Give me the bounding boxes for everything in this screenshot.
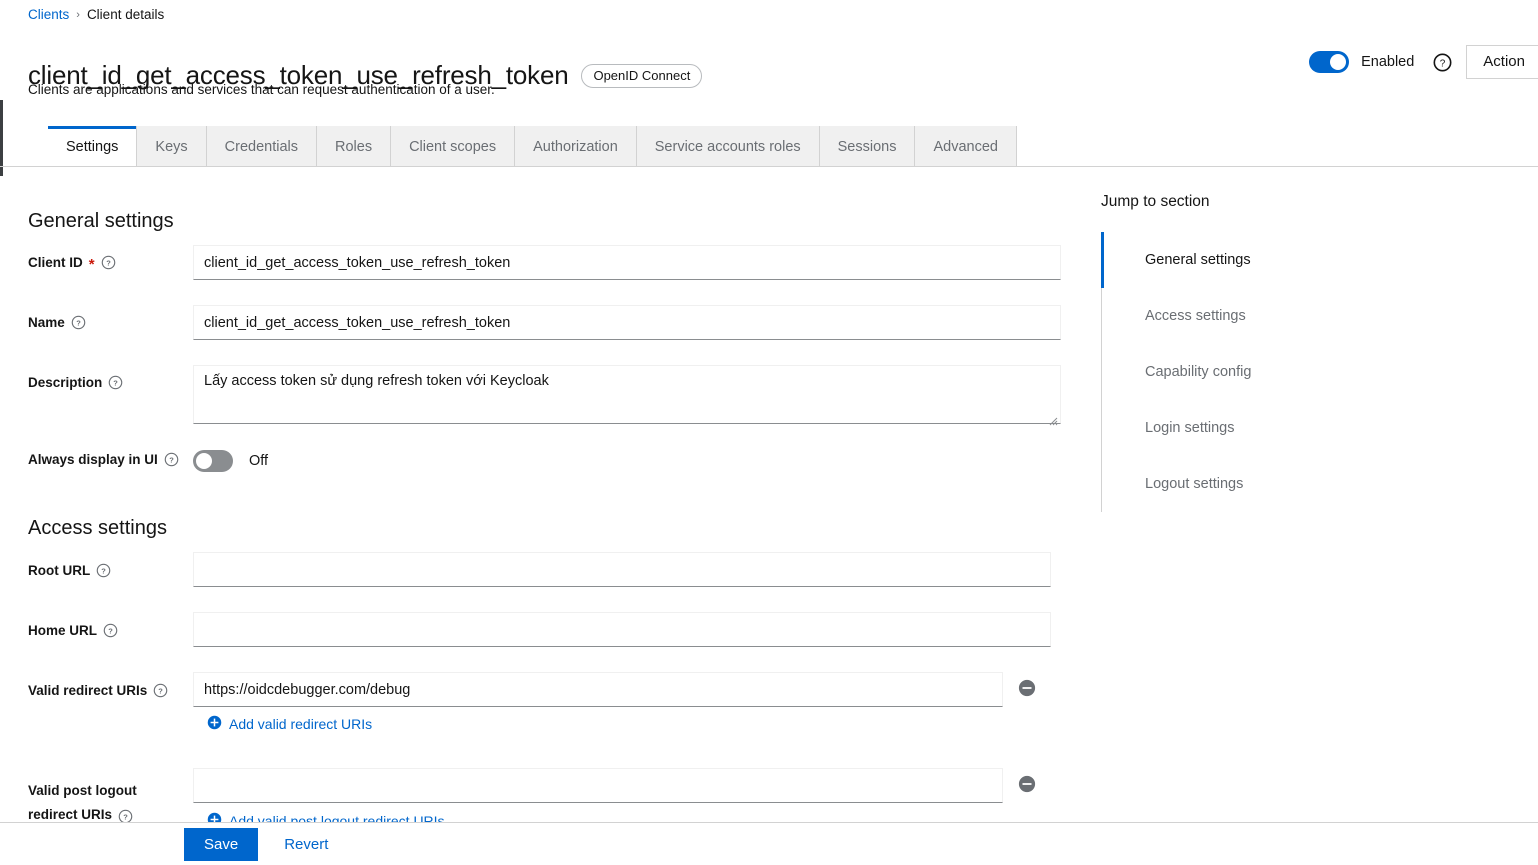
label-root-url: Root URL ? [28, 563, 111, 578]
valid-post-logout-redirect-uri-input-0[interactable] [193, 768, 1003, 803]
svg-text:?: ? [101, 567, 106, 576]
add-valid-redirect-uris-button[interactable]: Add valid redirect URIs [207, 715, 372, 733]
label-description: Description ? [28, 375, 123, 390]
save-button[interactable]: Save [184, 827, 259, 861]
breadcrumb-separator-icon: › [76, 8, 80, 21]
tab-credentials[interactable]: Credentials [206, 126, 317, 167]
help-icon-valid-post-logout-redirect-uris[interactable]: ? [118, 808, 133, 823]
jump-item-access-settings[interactable]: Access settings [1102, 288, 1401, 344]
jump-to-section-title: Jump to section [1101, 193, 1210, 210]
tab-bar: Settings Keys Credentials Roles Client s… [48, 126, 1017, 167]
jump-to-section-list: General settings Access settings Capabil… [1101, 232, 1401, 512]
action-button[interactable]: Action [1466, 45, 1538, 79]
description-textarea[interactable] [193, 365, 1061, 424]
always-display-in-ui-state: Off [249, 453, 269, 469]
plus-circle-icon [207, 715, 222, 733]
revert-button[interactable]: Revert [280, 830, 332, 859]
breadcrumb: Clients › Client details [28, 7, 164, 22]
label-client-id: Client ID * ? [28, 255, 116, 273]
section-title-general-settings: General settings [28, 209, 174, 232]
label-always-display-in-ui: Always display in UI ? [28, 452, 179, 467]
form-action-bar: Save Revert [0, 822, 1538, 865]
always-display-in-ui-toggle[interactable] [193, 450, 233, 472]
jump-item-login-settings[interactable]: Login settings [1102, 400, 1401, 456]
enabled-toggle-label: Enabled [1361, 54, 1415, 70]
enabled-toggle-group[interactable]: Enabled [1309, 51, 1414, 73]
svg-text:?: ? [169, 456, 174, 465]
client-details-page: Clients › Client details client_id_get_a… [0, 0, 1538, 865]
enabled-toggle[interactable] [1309, 51, 1350, 73]
add-valid-redirect-uris-label: Add valid redirect URIs [229, 716, 373, 732]
section-title-access-settings: Access settings [28, 516, 167, 539]
tab-service-accounts-roles[interactable]: Service accounts roles [636, 126, 820, 167]
svg-text:?: ? [76, 319, 81, 328]
help-icon-root-url[interactable]: ? [96, 563, 111, 578]
svg-text:?: ? [1440, 58, 1446, 69]
help-icon-description[interactable]: ? [108, 375, 123, 390]
header-actions: Enabled ? Action [1309, 45, 1538, 79]
jump-item-capability-config[interactable]: Capability config [1102, 344, 1401, 400]
label-home-url: Home URL ? [28, 623, 118, 638]
help-icon-home-url[interactable]: ? [103, 623, 118, 638]
minus-circle-icon-remove-post-logout-uri[interactable] [1018, 775, 1036, 793]
home-url-input[interactable] [193, 612, 1051, 647]
minus-circle-icon-remove-redirect-uri[interactable] [1018, 679, 1036, 697]
tab-settings[interactable]: Settings [48, 126, 138, 167]
help-icon-valid-redirect-uris[interactable]: ? [153, 683, 168, 698]
tab-authorization[interactable]: Authorization [515, 126, 637, 167]
client-id-input[interactable] [193, 245, 1061, 280]
breadcrumb-link-clients[interactable]: Clients [28, 7, 69, 22]
required-asterisk: * [88, 256, 95, 273]
svg-text:?: ? [123, 812, 128, 821]
name-input[interactable] [193, 305, 1061, 340]
tab-sessions[interactable]: Sessions [819, 126, 916, 167]
label-valid-redirect-uris: Valid redirect URIs ? [28, 683, 168, 698]
jump-item-logout-settings[interactable]: Logout settings [1102, 456, 1401, 512]
tab-client-scopes[interactable]: Client scopes [391, 126, 516, 167]
svg-text:?: ? [113, 379, 118, 388]
label-valid-post-logout-redirect-uris: Valid post logout redirect URIs ? [28, 783, 137, 823]
root-url-input[interactable] [193, 552, 1051, 587]
tab-roles[interactable]: Roles [317, 126, 392, 167]
tab-keys[interactable]: Keys [137, 126, 207, 167]
valid-redirect-uri-input-0[interactable] [193, 672, 1003, 707]
label-name: Name ? [28, 315, 86, 330]
tab-advanced[interactable]: Advanced [915, 126, 1017, 167]
breadcrumb-current: Client details [86, 7, 165, 22]
help-icon-client-id[interactable]: ? [101, 255, 116, 270]
help-circle-icon[interactable]: ? [1432, 52, 1452, 72]
help-icon-name[interactable]: ? [71, 315, 86, 330]
protocol-badge: OpenID Connect [581, 63, 703, 88]
page-subtitle: Clients are applications and services th… [28, 82, 495, 97]
svg-text:?: ? [108, 627, 113, 636]
jump-item-general-settings[interactable]: General settings [1101, 232, 1401, 288]
svg-text:?: ? [106, 259, 111, 268]
help-icon-always-display[interactable]: ? [164, 452, 179, 467]
page-title-row: client_id_get_access_token_use_refresh_t… [28, 44, 703, 107]
svg-text:?: ? [159, 687, 164, 696]
